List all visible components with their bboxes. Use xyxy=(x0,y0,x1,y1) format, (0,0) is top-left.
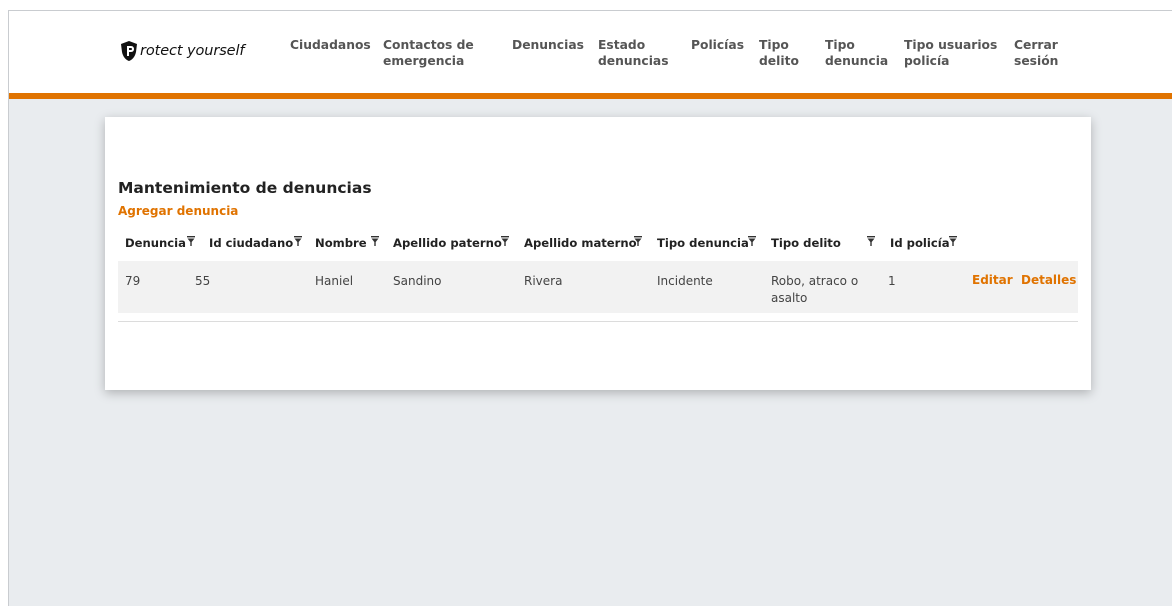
details-link[interactable]: Detalles xyxy=(1021,273,1076,287)
filter-icon[interactable] xyxy=(634,235,642,247)
filter-icon[interactable] xyxy=(501,235,509,247)
nav-ciudadanos-label: Ciudadanos xyxy=(290,38,371,52)
filter-icon[interactable] xyxy=(187,235,195,247)
brand-logo[interactable]: rotect yourself xyxy=(119,39,245,63)
top-navbar: rotect yourself Ciudadanos Contactos de … xyxy=(9,11,1172,93)
nav-cerrar-line1: Cerrar xyxy=(1014,38,1058,52)
nav-estado-denuncias[interactable]: Estado denuncias xyxy=(598,37,669,69)
column-header-denuncia[interactable]: Denuncia xyxy=(125,236,186,250)
filter-icon[interactable] xyxy=(371,235,379,247)
nav-estado-label-line2: denuncias xyxy=(598,54,669,68)
add-denuncia-link[interactable]: Agregar denuncia xyxy=(118,204,238,218)
page-title: Mantenimiento de denuncias xyxy=(118,179,372,197)
cell-nombre: Haniel xyxy=(315,274,354,288)
cell-tipo-denuncia: Incidente xyxy=(657,274,713,288)
nav-policias[interactable]: Policías xyxy=(691,37,744,53)
app-window: rotect yourself Ciudadanos Contactos de … xyxy=(8,10,1172,606)
filter-icon[interactable] xyxy=(949,235,957,247)
nav-contactos-emergencia[interactable]: Contactos de emergencia xyxy=(383,37,474,69)
cell-id-ciudadano: 55 xyxy=(195,274,211,288)
nav-tipo-denuncia[interactable]: Tipo denuncia xyxy=(825,37,888,69)
column-header-tipo-denuncia[interactable]: Tipo denuncia xyxy=(657,236,749,250)
column-header-apellido-paterno[interactable]: Apellido paterno xyxy=(393,236,502,250)
edit-link[interactable]: Editar xyxy=(972,273,1013,287)
nav-ciudadanos[interactable]: Ciudadanos xyxy=(290,37,371,53)
column-header-id-policia[interactable]: Id policía xyxy=(890,236,950,250)
content-card: Mantenimiento de denuncias Agregar denun… xyxy=(105,117,1091,390)
table-row xyxy=(118,261,1078,313)
brand-text: rotect yourself xyxy=(140,43,245,59)
cell-denuncia: 79 xyxy=(125,274,141,288)
nav-contactos-label-line2: emergencia xyxy=(383,54,465,68)
filter-icon[interactable] xyxy=(748,235,756,247)
cell-id-policia: 1 xyxy=(888,274,896,288)
nav-tipo-denuncia-line1: Tipo xyxy=(825,38,855,52)
filter-icon[interactable] xyxy=(867,235,875,247)
column-header-nombre[interactable]: Nombre xyxy=(315,236,367,250)
nav-cerrar-sesion[interactable]: Cerrar sesión xyxy=(1014,37,1058,69)
nav-denuncias-label: Denuncias xyxy=(512,38,584,52)
cell-tipo-delito: Robo, atraco o asalto xyxy=(771,273,858,307)
nav-tipo-delito-line1: Tipo xyxy=(759,38,789,52)
nav-estado-label-line1: Estado xyxy=(598,38,646,52)
nav-tipo-delito-line2: delito xyxy=(759,54,799,68)
column-header-tipo-delito[interactable]: Tipo delito xyxy=(771,236,841,250)
nav-policias-label: Policías xyxy=(691,38,745,52)
cell-tipo-delito-line2: asalto xyxy=(771,291,808,305)
shield-logo-icon xyxy=(121,41,137,61)
filter-icon[interactable] xyxy=(294,235,302,247)
nav-tipo-delito[interactable]: Tipo delito xyxy=(759,37,799,69)
nav-tipo-usuarios-line2: policía xyxy=(904,54,950,68)
cell-apellido-materno: Rivera xyxy=(524,274,563,288)
nav-tipo-denuncia-line2: denuncia xyxy=(825,54,889,68)
column-header-id-ciudadano[interactable]: Id ciudadano xyxy=(209,236,293,250)
cell-tipo-delito-line1: Robo, atraco o xyxy=(771,274,859,288)
nav-tipo-usuarios-policia[interactable]: Tipo usuarios policía xyxy=(904,37,997,69)
column-header-apellido-materno[interactable]: Apellido materno xyxy=(524,236,637,250)
nav-cerrar-line2: sesión xyxy=(1014,54,1059,68)
table-divider xyxy=(118,321,1078,322)
nav-tipo-usuarios-line1: Tipo usuarios xyxy=(904,38,998,52)
header-accent-bar xyxy=(9,93,1172,99)
nav-contactos-label-line1: Contactos de xyxy=(383,38,474,52)
nav-denuncias[interactable]: Denuncias xyxy=(512,37,584,53)
cell-apellido-paterno: Sandino xyxy=(393,274,442,288)
